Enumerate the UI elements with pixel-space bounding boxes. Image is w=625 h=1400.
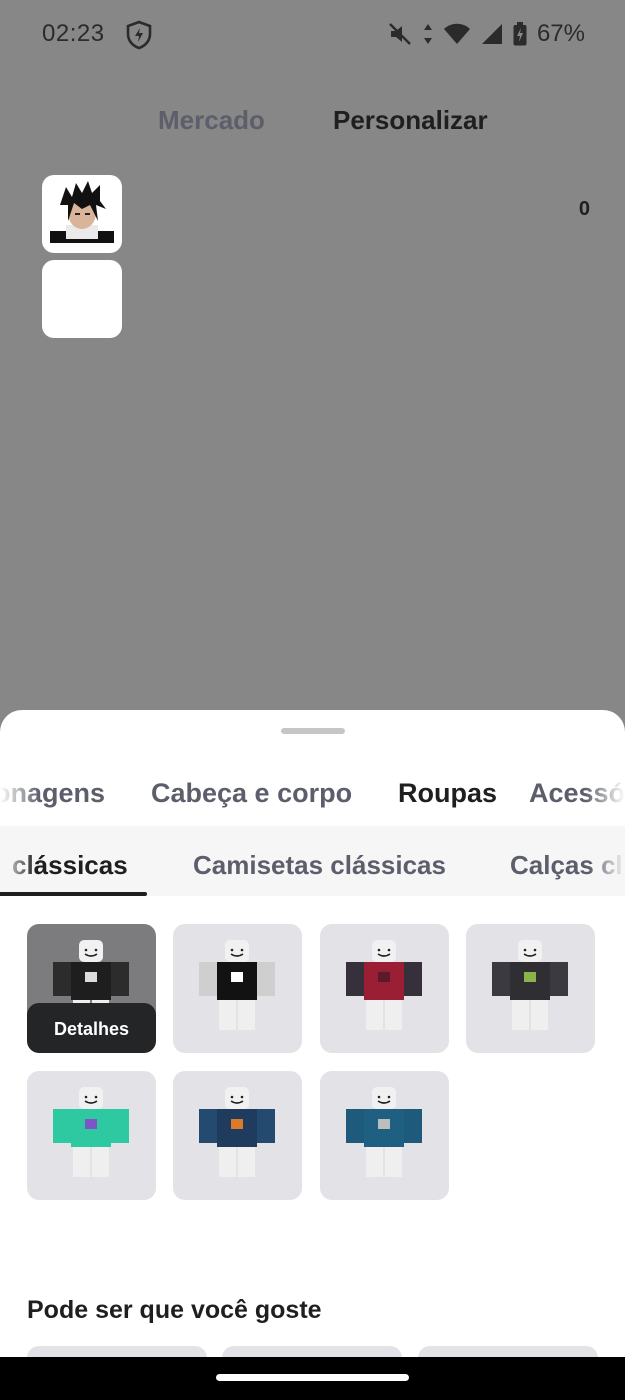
data-arrows-icon [423, 23, 433, 45]
tab-clothing[interactable]: Roupas [398, 778, 497, 809]
system-navigation-bar [0, 1357, 625, 1400]
tab-customize[interactable]: Personalizar [333, 105, 488, 136]
battery-charging-icon [513, 22, 527, 46]
shirt-item-black-jacket-shirt[interactable] [466, 924, 595, 1053]
avatar-figure [346, 940, 422, 1030]
avatar-figure [199, 940, 275, 1030]
bottom-sheet: onagens Cabeça e corpo Roupas Acessó clá… [0, 710, 625, 1360]
cell-signal-icon [481, 23, 503, 45]
shirt-item-navy-pizza-shirt[interactable] [173, 1071, 302, 1200]
avatar-figure [346, 1087, 422, 1177]
robux-balance: 0 [578, 198, 590, 220]
shirt-item-blue-hoodie-shirt[interactable] [320, 1071, 449, 1200]
top-navigation: Mercado Personalizar [0, 105, 625, 141]
avatar-thumbnail[interactable] [42, 175, 122, 253]
fade-left [0, 778, 40, 818]
home-gesture-pill[interactable] [216, 1374, 409, 1381]
avatar-image [50, 181, 114, 243]
subcategory-tabs: clássicas Camisetas clássicas Calças cl [0, 826, 625, 896]
shirt-item-red-jacket-shirt[interactable] [320, 924, 449, 1053]
avatar-figure [199, 1087, 275, 1177]
avatar-figure [492, 940, 568, 1030]
active-tab-indicator [0, 892, 147, 896]
avatar-slot-empty[interactable] [42, 260, 122, 338]
tab-market[interactable]: Mercado [158, 105, 265, 136]
fade-right [585, 778, 625, 818]
tab-head-body[interactable]: Cabeça e corpo [151, 778, 352, 809]
status-icons: 67% [387, 20, 585, 48]
status-time: 02:23 [42, 20, 105, 47]
shield-icon [126, 20, 152, 50]
shirt-item-teal-shirt[interactable] [27, 1071, 156, 1200]
shirt-item-adidas-tank-shirt[interactable] [173, 924, 302, 1053]
recommend-title: Pode ser que você goste [27, 1296, 322, 1324]
wifi-icon [443, 23, 471, 45]
details-button[interactable]: Detalhes [27, 1003, 156, 1053]
battery-percent: 67% [536, 20, 585, 47]
avatar-figure [53, 1087, 129, 1177]
shirt-item-black-white-shirt[interactable]: Detalhes [27, 924, 156, 1053]
mute-icon [387, 21, 413, 47]
status-bar: 02:23 67% [0, 0, 625, 70]
fade-right [589, 826, 625, 896]
fade-left [0, 826, 36, 896]
tab-classic-tshirts[interactable]: Camisetas clássicas [193, 850, 446, 881]
sheet-drag-handle[interactable] [281, 728, 345, 734]
category-tabs: onagens Cabeça e corpo Roupas Acessó [0, 778, 625, 818]
